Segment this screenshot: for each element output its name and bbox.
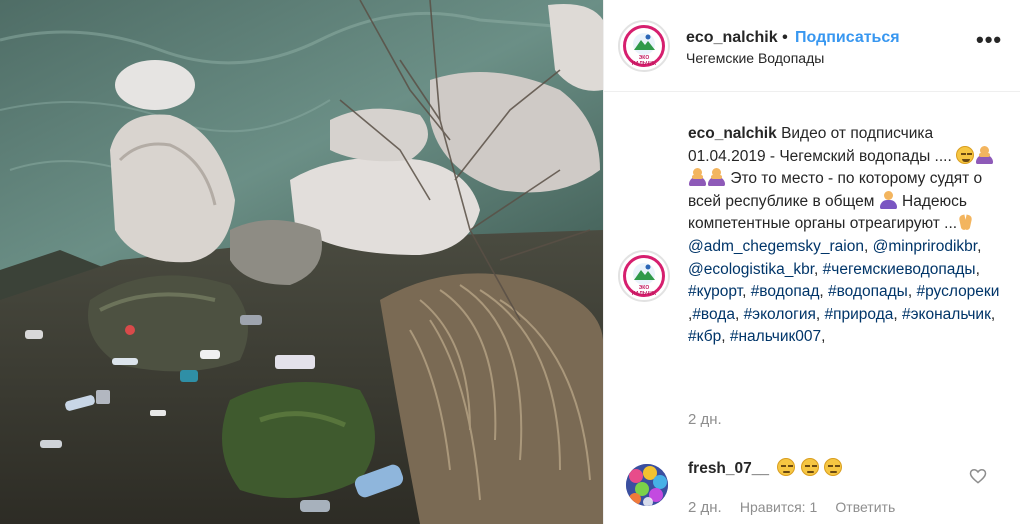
follow-button[interactable]: Подписаться [795,29,900,47]
avatar-ring: ЭКО НАЛЬЧИК [623,25,665,67]
post-header: ЭКО НАЛЬЧИК eco_nalchik • Подписаться Че… [604,0,1020,92]
author-username-text[interactable]: eco_nalchik [686,29,778,46]
hashtag-link[interactable]: #чегемскиеводопады [823,261,976,278]
heart-outline-icon[interactable] [968,466,988,486]
riverbank-litter-scene [0,0,603,524]
post-caption: eco_nalchik Видео от подписчика 01.04.20… [688,123,1000,349]
unamused-face-icon [800,458,819,476]
more-options-icon[interactable]: ••• [976,29,1002,51]
folded-hands-icon [957,213,975,231]
hashtag-link[interactable]: #курорт [688,283,742,300]
facepalm-icon [688,168,706,187]
comma: , [990,305,996,323]
comment-meta: 2 дн. Нравится: 1 Ответить [688,499,895,516]
unamused-face-icon [823,458,842,476]
comment-body: fresh_07__ [688,458,843,478]
hashtag-link[interactable]: #вода [692,306,735,323]
comma: , [977,237,982,255]
hashtag-link[interactable]: #водопад [751,283,820,300]
caption-username[interactable]: eco_nalchik [688,125,777,142]
avatar-logo-text: ЭКО НАЛЬЧИК [631,55,657,67]
hashtag-link[interactable]: #водопады [828,283,908,300]
mention-link[interactable]: @adm_chegemsky_raion [688,238,864,255]
comma: , [721,328,726,346]
post-video-frame[interactable] [0,0,603,524]
commenter-avatar[interactable] [626,464,668,506]
separator-dot: • [782,29,788,46]
mention-link[interactable]: @minprirodikbr [873,238,977,255]
comma: , [742,283,747,301]
comma: , [815,305,821,323]
comma: , [907,283,913,301]
balloons-avatar-image [626,464,668,506]
hashtag-link[interactable]: #экология [744,306,816,323]
mention-link[interactable]: @ecologistika_kbr [688,261,814,278]
hashtag-link[interactable]: #нальчик007 [730,328,821,345]
post-location[interactable]: Чегемские Водопады [686,50,824,66]
facepalm-icon [975,145,994,164]
facepalm-icon [707,168,725,187]
comma: , [893,305,898,323]
comma: , [864,237,869,255]
hashtag-link[interactable]: #руслореки [916,283,999,300]
author-username[interactable]: eco_nalchik • [686,29,788,47]
avatar-ring: ЭКО НАЛЬЧИК [623,255,665,297]
person-shrugging-icon [879,190,897,209]
comma: , [814,260,819,278]
smiling-face-icon [956,145,975,164]
unamused-face-icon [777,458,796,476]
comma: , [734,305,740,323]
comma: , [975,260,980,278]
comma: , [819,283,824,301]
author-avatar[interactable]: ЭКО НАЛЬЧИК [618,20,670,72]
caption-author-avatar[interactable]: ЭКО НАЛЬЧИК [618,250,670,302]
avatar-logo-text: ЭКО НАЛЬЧИК [631,285,657,297]
reply-button[interactable]: Ответить [835,499,895,515]
comment-username[interactable]: fresh_07__ [688,460,769,477]
post-timestamp[interactable]: 2 дн. [688,411,722,428]
post-side-panel: ЭКО НАЛЬЧИК eco_nalchik • Подписаться Че… [603,0,1020,524]
hashtag-link[interactable]: #кбр [688,328,721,345]
comma: , [821,328,826,346]
comment-timestamp[interactable]: 2 дн. [688,499,722,516]
hashtag-link[interactable]: #природа [825,306,894,323]
comment-likes-count[interactable]: Нравится: 1 [740,499,817,515]
hashtag-link[interactable]: #экональчик [902,306,991,323]
